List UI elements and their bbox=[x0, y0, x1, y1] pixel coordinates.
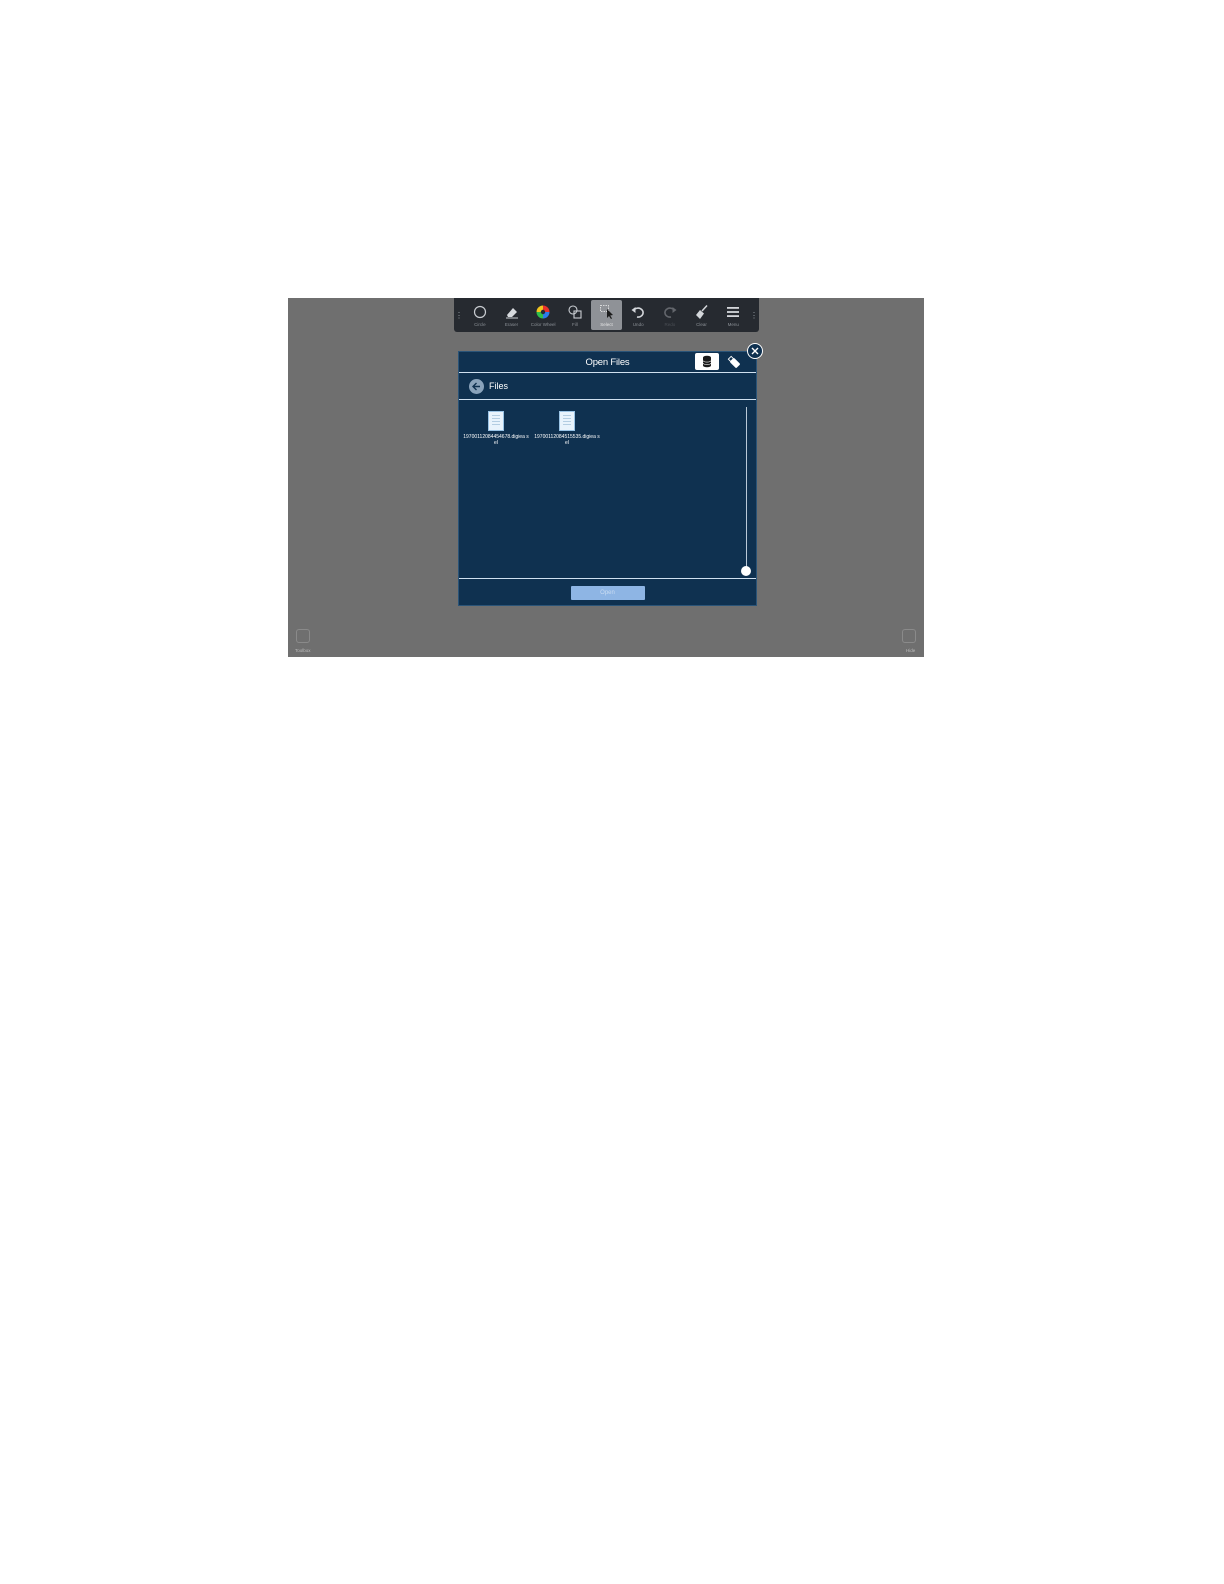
usb-storage-button[interactable] bbox=[725, 354, 743, 370]
color-wheel-icon bbox=[536, 305, 550, 318]
current-folder-label: Files bbox=[489, 381, 509, 391]
drawing-toolbar: ⋮ Circle Eraser Color Wheel Fill Select … bbox=[454, 298, 759, 332]
file-item[interactable]: 19700112084515535.digiea sel bbox=[533, 411, 601, 446]
toolbox-label: Toolbox bbox=[295, 648, 311, 653]
circle-icon bbox=[473, 305, 486, 318]
tool-menu[interactable]: Menu bbox=[717, 298, 749, 332]
document-icon bbox=[559, 411, 575, 431]
hamburger-icon bbox=[727, 306, 740, 317]
toolbar-grip-left[interactable]: ⋮ bbox=[454, 298, 464, 332]
file-item[interactable]: 19700112084454678.digiea sel bbox=[462, 411, 530, 446]
tool-redo[interactable]: Redo bbox=[654, 298, 686, 332]
open-files-dialog: Open Files Files 19700112084454678.digie… bbox=[458, 343, 763, 606]
scrollbar-track[interactable] bbox=[746, 407, 747, 572]
close-icon bbox=[751, 347, 759, 355]
toolbar-grip-right[interactable]: ⋮ bbox=[749, 298, 759, 332]
tool-label: Eraser bbox=[504, 321, 519, 327]
tool-clear[interactable]: Clear bbox=[686, 298, 718, 332]
hide-button[interactable] bbox=[902, 629, 916, 643]
select-pointer-icon bbox=[599, 304, 613, 319]
arrow-left-icon bbox=[472, 382, 480, 390]
redo-icon bbox=[663, 306, 677, 318]
undo-icon bbox=[631, 306, 645, 318]
dialog-footer: Open bbox=[459, 578, 756, 606]
hide-label: Hide bbox=[906, 648, 916, 653]
tool-eraser[interactable]: Eraser bbox=[496, 298, 528, 332]
scrollbar-thumb[interactable] bbox=[741, 566, 751, 576]
eraser-icon bbox=[505, 307, 518, 318]
tool-select[interactable]: Select bbox=[590, 300, 623, 330]
tool-circle[interactable]: Circle bbox=[464, 298, 496, 332]
tool-undo[interactable]: Undo bbox=[622, 298, 654, 332]
tool-color-wheel[interactable]: Color Wheel bbox=[527, 298, 559, 332]
tool-label: Redo bbox=[664, 321, 676, 327]
tool-label: Clear bbox=[696, 321, 707, 327]
document-icon bbox=[488, 411, 504, 431]
dialog-header: Open Files bbox=[459, 352, 756, 373]
tool-label: Circle bbox=[474, 321, 486, 327]
path-bar: Files bbox=[459, 373, 756, 400]
usb-drive-icon bbox=[727, 355, 740, 368]
shapes-icon bbox=[568, 304, 582, 319]
app-screen: ⋮ Circle Eraser Color Wheel Fill Select … bbox=[288, 298, 924, 657]
tool-label: Color Wheel bbox=[530, 321, 556, 327]
database-icon bbox=[702, 355, 712, 368]
dialog-title: Open Files bbox=[585, 356, 630, 368]
file-name: 19700112084515535.digiea sel bbox=[534, 434, 600, 446]
device-storage-button[interactable] bbox=[695, 353, 719, 370]
open-button[interactable]: Open bbox=[570, 585, 645, 600]
broom-icon bbox=[695, 304, 708, 319]
file-list: 19700112084454678.digiea sel 19700112084… bbox=[459, 402, 756, 578]
tool-label: Select bbox=[600, 321, 613, 327]
close-button[interactable] bbox=[747, 343, 763, 359]
tool-label: Undo bbox=[632, 321, 644, 327]
tool-fill[interactable]: Fill bbox=[559, 298, 591, 332]
back-button[interactable] bbox=[469, 378, 484, 394]
tool-label: Menu bbox=[727, 321, 739, 327]
tool-label: Fill bbox=[571, 321, 578, 327]
toolbox-button[interactable] bbox=[296, 629, 310, 643]
file-name: 19700112084454678.digiea sel bbox=[463, 434, 529, 446]
